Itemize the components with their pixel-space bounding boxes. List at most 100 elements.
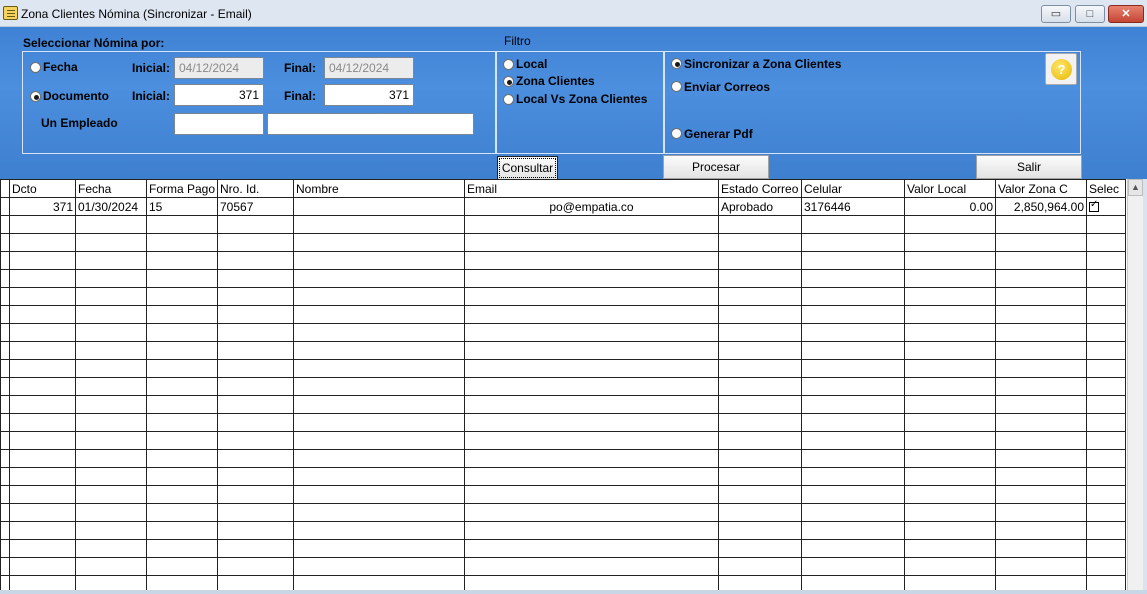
empty-cell[interactable] bbox=[0, 503, 10, 522]
empty-table-row[interactable] bbox=[0, 557, 1126, 576]
empty-cell[interactable] bbox=[146, 431, 218, 450]
empty-cell[interactable] bbox=[217, 413, 294, 432]
empty-table-row[interactable] bbox=[0, 431, 1126, 450]
empty-cell[interactable] bbox=[1086, 359, 1126, 378]
empty-cell[interactable] bbox=[995, 539, 1087, 558]
empty-cell[interactable] bbox=[9, 287, 76, 306]
empty-cell[interactable] bbox=[293, 233, 465, 252]
empty-cell[interactable] bbox=[9, 215, 76, 234]
empty-cell[interactable] bbox=[464, 521, 719, 540]
empty-cell[interactable] bbox=[217, 269, 294, 288]
col-estado-correo[interactable]: Estado Correo bbox=[718, 179, 802, 198]
empty-cell[interactable] bbox=[995, 431, 1087, 450]
empty-cell[interactable] bbox=[801, 467, 905, 486]
empty-cell[interactable] bbox=[718, 431, 802, 450]
empty-cell[interactable] bbox=[718, 575, 802, 590]
empty-cell[interactable] bbox=[217, 377, 294, 396]
empty-cell[interactable] bbox=[801, 575, 905, 590]
empty-cell[interactable] bbox=[217, 521, 294, 540]
empty-cell[interactable] bbox=[75, 251, 147, 270]
scroll-up-icon[interactable]: ▲ bbox=[1128, 179, 1143, 196]
empty-cell[interactable] bbox=[0, 269, 10, 288]
empty-cell[interactable] bbox=[801, 413, 905, 432]
empty-cell[interactable] bbox=[995, 449, 1087, 468]
empty-cell[interactable] bbox=[904, 341, 996, 360]
empty-cell[interactable] bbox=[464, 395, 719, 414]
enviar-correos-radio[interactable] bbox=[671, 81, 682, 92]
empty-cell[interactable] bbox=[293, 503, 465, 522]
empty-cell[interactable] bbox=[146, 503, 218, 522]
empty-table-row[interactable] bbox=[0, 269, 1126, 288]
empty-cell[interactable] bbox=[464, 305, 719, 324]
empty-cell[interactable] bbox=[904, 377, 996, 396]
empty-cell[interactable] bbox=[75, 269, 147, 288]
empty-cell[interactable] bbox=[217, 395, 294, 414]
empty-cell[interactable] bbox=[0, 575, 10, 590]
empty-cell[interactable] bbox=[293, 521, 465, 540]
procesar-button[interactable]: Procesar bbox=[663, 155, 769, 179]
empty-cell[interactable] bbox=[718, 269, 802, 288]
empty-cell[interactable] bbox=[718, 377, 802, 396]
empty-cell[interactable] bbox=[904, 323, 996, 342]
empty-cell[interactable] bbox=[464, 539, 719, 558]
empty-table-row[interactable] bbox=[0, 377, 1126, 396]
empty-cell[interactable] bbox=[0, 467, 10, 486]
empty-cell[interactable] bbox=[801, 377, 905, 396]
empty-cell[interactable] bbox=[904, 467, 996, 486]
vertical-scrollbar[interactable]: ▲ bbox=[1127, 179, 1143, 590]
col-dcto[interactable]: Dcto bbox=[9, 179, 76, 198]
empty-cell[interactable] bbox=[464, 233, 719, 252]
empty-cell[interactable] bbox=[801, 557, 905, 576]
empty-cell[interactable] bbox=[146, 575, 218, 590]
empty-cell[interactable] bbox=[995, 503, 1087, 522]
empty-table-row[interactable] bbox=[0, 359, 1126, 378]
empty-cell[interactable] bbox=[217, 359, 294, 378]
empty-table-row[interactable] bbox=[0, 413, 1126, 432]
empty-table-row[interactable] bbox=[0, 485, 1126, 504]
empty-cell[interactable] bbox=[75, 395, 147, 414]
cell-valor-zona-c[interactable]: 2,850,964.00 bbox=[995, 197, 1087, 216]
empty-cell[interactable] bbox=[718, 305, 802, 324]
empty-cell[interactable] bbox=[1086, 323, 1126, 342]
empty-cell[interactable] bbox=[293, 557, 465, 576]
empty-cell[interactable] bbox=[293, 413, 465, 432]
empty-cell[interactable] bbox=[75, 287, 147, 306]
empty-cell[interactable] bbox=[995, 215, 1087, 234]
empty-cell[interactable] bbox=[801, 233, 905, 252]
empty-cell[interactable] bbox=[217, 485, 294, 504]
empty-cell[interactable] bbox=[75, 503, 147, 522]
empty-cell[interactable] bbox=[293, 449, 465, 468]
empty-cell[interactable] bbox=[217, 539, 294, 558]
consultar-button[interactable]: Consultar bbox=[497, 156, 558, 180]
empty-cell[interactable] bbox=[293, 575, 465, 590]
fecha-inicial-input[interactable]: 04/12/2024 bbox=[174, 57, 264, 79]
empty-cell[interactable] bbox=[995, 557, 1087, 576]
cell-estado-correo[interactable]: Aprobado bbox=[718, 197, 802, 216]
empty-cell[interactable] bbox=[995, 287, 1087, 306]
empty-cell[interactable] bbox=[217, 215, 294, 234]
empty-cell[interactable] bbox=[146, 377, 218, 396]
empty-cell[interactable] bbox=[718, 359, 802, 378]
cell-fecha[interactable]: 01/30/2024 bbox=[75, 197, 147, 216]
empty-cell[interactable] bbox=[9, 449, 76, 468]
empty-cell[interactable] bbox=[0, 377, 10, 396]
col-nombre[interactable]: Nombre bbox=[293, 179, 465, 198]
empty-table-row[interactable] bbox=[0, 395, 1126, 414]
empty-cell[interactable] bbox=[0, 323, 10, 342]
empty-table-row[interactable] bbox=[0, 575, 1126, 590]
empty-cell[interactable] bbox=[801, 287, 905, 306]
empty-cell[interactable] bbox=[464, 557, 719, 576]
empty-cell[interactable] bbox=[801, 485, 905, 504]
empty-cell[interactable] bbox=[217, 449, 294, 468]
empty-cell[interactable] bbox=[9, 413, 76, 432]
empty-cell[interactable] bbox=[718, 503, 802, 522]
filtro-zona-clientes-radio[interactable] bbox=[503, 76, 514, 87]
empty-cell[interactable] bbox=[146, 413, 218, 432]
cell-email[interactable]: po@empatia.co bbox=[464, 197, 719, 216]
empty-cell[interactable] bbox=[801, 359, 905, 378]
empty-cell[interactable] bbox=[464, 215, 719, 234]
filtro-local-vs-zona-radio[interactable] bbox=[503, 94, 514, 105]
empty-cell[interactable] bbox=[293, 539, 465, 558]
empty-cell[interactable] bbox=[146, 341, 218, 360]
empty-cell[interactable] bbox=[75, 233, 147, 252]
